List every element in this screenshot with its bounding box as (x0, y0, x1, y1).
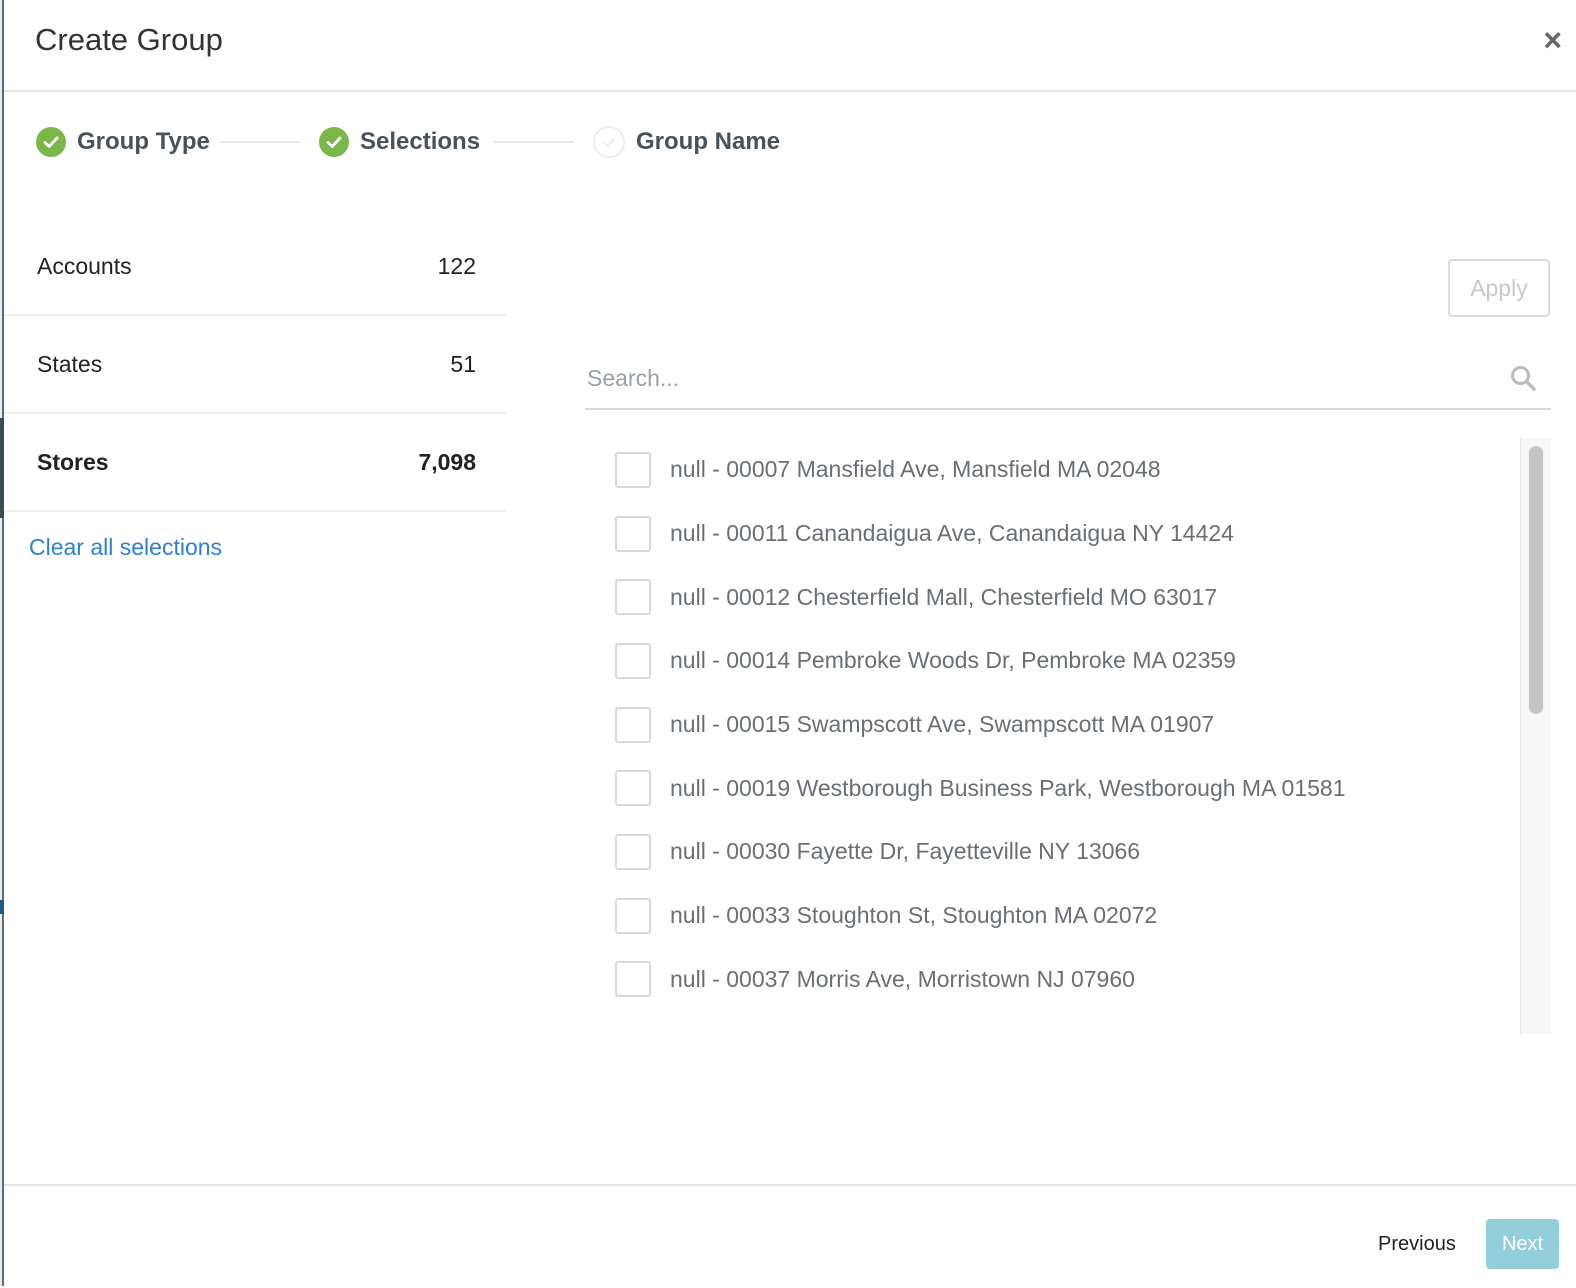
store-checkbox[interactable] (615, 833, 651, 870)
background-edge (0, 0, 4, 1286)
step-connector (220, 141, 300, 143)
search-bar (585, 352, 1551, 410)
create-group-modal: Create Group × Group Type Selections Gro… (0, 0, 1576, 1286)
modal-footer: Previous Next (4, 1184, 1576, 1288)
check-circle-outline-icon (593, 126, 625, 158)
list-item[interactable]: null - 00011 Canandaigua Ave, Canandaigu… (585, 502, 1520, 566)
list-item[interactable]: null - 00030 Fayette Dr, Fayetteville NY… (585, 820, 1520, 884)
apply-button[interactable]: Apply (1448, 259, 1550, 317)
facet-panel: Accounts 122 States 51 Stores 7,098 (4, 218, 506, 512)
facet-name: States (37, 350, 103, 377)
facet-name: Stores (37, 448, 109, 475)
store-label: null - 00033 Stoughton St, Stoughton MA … (670, 902, 1158, 929)
clear-all-selections-link[interactable]: Clear all selections (29, 534, 222, 561)
list-item[interactable]: null - 00019 Westborough Business Park, … (585, 756, 1520, 820)
list-item[interactable]: null - 00033 Stoughton St, Stoughton MA … (585, 884, 1520, 948)
store-list: null - 00007 Mansfield Ave, Mansfield MA… (585, 438, 1551, 1034)
close-icon[interactable]: × (1543, 22, 1562, 58)
modal-header: Create Group × (4, 0, 1576, 92)
store-label: null - 00030 Fayette Dr, Fayetteville NY… (670, 838, 1141, 865)
step-connector (494, 141, 574, 143)
previous-button[interactable]: Previous (1366, 1219, 1468, 1269)
store-checkbox[interactable] (615, 579, 651, 616)
facet-states[interactable]: States 51 (4, 316, 506, 414)
store-label: null - 00014 Pembroke Woods Dr, Pembroke… (670, 647, 1236, 674)
facet-count: 7,098 (418, 448, 476, 475)
store-checkbox[interactable] (615, 515, 651, 552)
store-checkbox[interactable] (615, 451, 651, 488)
store-label: null - 00007 Mansfield Ave, Mansfield MA… (670, 456, 1161, 483)
facet-name: Accounts (37, 252, 132, 279)
facet-accounts[interactable]: Accounts 122 (4, 218, 506, 316)
step-label: Selections (360, 128, 481, 155)
step-group-type: Group Type (36, 124, 210, 160)
step-label: Group Name (636, 128, 781, 155)
scrollbar-thumb[interactable] (1529, 446, 1543, 714)
scrollbar[interactable] (1520, 438, 1551, 1034)
step-label: Group Type (77, 128, 210, 155)
stepper: Group Type Selections Group Name (36, 124, 936, 160)
list-item[interactable]: null - 00014 Pembroke Woods Dr, Pembroke… (585, 629, 1520, 693)
modal-title: Create Group (35, 22, 223, 57)
search-input[interactable] (585, 358, 1489, 398)
store-label: null - 00015 Swampscott Ave, Swampscott … (670, 711, 1215, 738)
check-circle-icon (319, 127, 349, 157)
store-label: null - 00011 Canandaigua Ave, Canandaigu… (670, 520, 1234, 547)
list-item[interactable]: null - 00037 Morris Ave, Morristown NJ 0… (585, 948, 1520, 1012)
search-icon[interactable] (1509, 364, 1537, 392)
check-circle-icon (36, 127, 66, 157)
step-group-name: Group Name (593, 124, 780, 160)
store-label: null - 00037 Morris Ave, Morristown NJ 0… (670, 965, 1135, 992)
facet-count: 51 (450, 350, 476, 377)
store-checkbox[interactable] (615, 642, 651, 679)
step-selections: Selections (319, 124, 480, 160)
list-item[interactable]: null - 00007 Mansfield Ave, Mansfield MA… (585, 438, 1520, 502)
next-button[interactable]: Next (1486, 1219, 1559, 1269)
facet-count: 122 (437, 252, 476, 279)
store-checkbox[interactable] (615, 961, 651, 998)
store-label: null - 00012 Chesterfield Mall, Chesterf… (670, 583, 1218, 610)
store-checkbox[interactable] (615, 897, 651, 934)
list-item[interactable]: null - 00015 Swampscott Ave, Swampscott … (585, 693, 1520, 757)
store-checkbox[interactable] (615, 706, 651, 743)
store-label: null - 00019 Westborough Business Park, … (670, 774, 1346, 801)
facet-stores[interactable]: Stores 7,098 (4, 414, 506, 512)
list-item[interactable]: null - 00012 Chesterfield Mall, Chesterf… (585, 565, 1520, 629)
store-checkbox[interactable] (615, 770, 651, 807)
